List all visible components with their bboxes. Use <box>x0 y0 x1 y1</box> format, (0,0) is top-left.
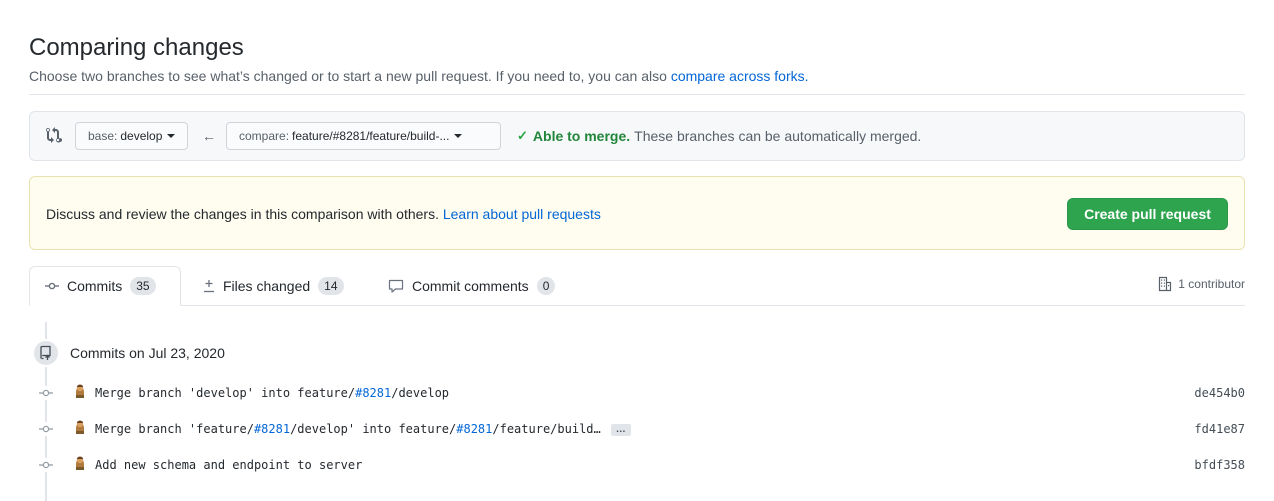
tab-files-changed[interactable]: Files changed 14 <box>203 266 344 306</box>
commit-message-text: /feature/build… <box>492 422 601 436</box>
commit-message-text: /develop <box>391 386 450 400</box>
page-description: Choose two branches to see what’s change… <box>29 68 809 84</box>
compare-across-forks-link[interactable]: compare across forks. <box>671 68 809 84</box>
compare-range-bar: base: develop ← compare: feature/#8281/f… <box>29 111 1245 161</box>
chevron-down-icon <box>454 134 463 138</box>
organization-icon <box>1157 276 1173 292</box>
tab-files-label: Files changed <box>223 278 311 294</box>
avatar[interactable] <box>72 419 88 435</box>
commit-message[interactable]: Merge branch 'develop' into feature/#828… <box>95 386 449 400</box>
git-commit-icon <box>39 386 53 400</box>
base-branch-select[interactable]: base: develop <box>75 122 189 150</box>
merge-status: ✓ Able to merge. These branches can be a… <box>517 128 921 144</box>
commit-sha-link[interactable]: de454b0 <box>1194 386 1245 400</box>
issue-link[interactable]: #8281 <box>254 422 290 436</box>
commit-row: Add new schema and endpoint to server bfd… <box>29 453 1245 477</box>
merge-status-text: These branches can be automatically merg… <box>634 128 922 144</box>
issue-link[interactable]: #8281 <box>456 422 492 436</box>
tab-comments-label: Commit comments <box>412 278 529 294</box>
commit-message[interactable]: Add new schema and endpoint to server <box>95 458 362 472</box>
arrow-left-icon: ← <box>202 128 216 144</box>
comment-icon <box>388 279 404 293</box>
compare-branch-select[interactable]: compare: feature/#8281/feature/build-... <box>226 122 501 150</box>
avatar[interactable] <box>72 383 88 399</box>
git-commit-icon <box>39 458 53 472</box>
page-title: Comparing changes <box>29 34 244 61</box>
contributors[interactable]: 1 contributor <box>1157 276 1245 292</box>
commit-message-text: Add new schema and endpoint to server <box>95 458 363 472</box>
commit-message-text: Merge branch 'develop' into feature/ <box>95 386 356 400</box>
tab-commits[interactable]: Commits 35 <box>29 266 181 306</box>
commit-group-badge <box>32 339 60 367</box>
base-branch-name: develop <box>120 129 163 143</box>
contributors-label: 1 contributor <box>1178 277 1245 291</box>
create-pull-request-button[interactable]: Create pull request <box>1067 198 1228 230</box>
repo-push-icon <box>40 345 51 360</box>
git-compare-icon <box>46 127 62 143</box>
chevron-down-icon <box>167 134 176 138</box>
git-commit-icon <box>45 279 59 293</box>
commit-row: Merge branch 'feature/#8281/develop' int… <box>29 417 1245 441</box>
page-description-text: Choose two branches to see what’s change… <box>29 68 671 84</box>
compare-branch-name: feature/#8281/feature/build-... <box>292 129 450 143</box>
plus-minus-icon <box>203 279 215 293</box>
commit-message-text: Merge branch 'feature/ <box>95 422 254 436</box>
tab-files-count: 14 <box>318 277 344 295</box>
git-commit-icon <box>39 422 53 436</box>
base-prefix: base: <box>88 129 118 143</box>
tab-commits-count: 35 <box>130 277 156 295</box>
commit-sha-link[interactable]: fd41e87 <box>1194 422 1245 436</box>
merge-status-ok: Able to merge. <box>532 128 631 144</box>
commit-message-text: /develop' into feature/ <box>290 422 457 436</box>
commit-group-title: Commits on Jul 23, 2020 <box>70 345 225 361</box>
expand-commit-message-button[interactable]: … <box>610 424 631 436</box>
commit-message[interactable]: Merge branch 'feature/#8281/develop' int… <box>95 422 631 436</box>
commit-sha-link[interactable]: bfdf358 <box>1194 458 1245 472</box>
pr-box-description: Discuss and review the changes in this c… <box>46 206 443 222</box>
tab-commit-comments[interactable]: Commit comments 0 <box>388 266 556 306</box>
compare-prefix: compare: <box>239 129 290 143</box>
tab-commits-label: Commits <box>67 278 123 294</box>
commit-row: Merge branch 'develop' into feature/#828… <box>29 381 1245 405</box>
title-divider <box>29 94 1245 95</box>
check-icon: ✓ <box>517 128 528 143</box>
learn-pull-requests-link[interactable]: Learn about pull requests <box>443 206 601 222</box>
create-pr-box: Discuss and review the changes in this c… <box>29 176 1245 250</box>
avatar[interactable] <box>72 455 88 471</box>
issue-link[interactable]: #8281 <box>355 386 391 400</box>
tab-comments-count: 0 <box>536 277 556 295</box>
pr-box-text: Discuss and review the changes in this c… <box>46 206 601 222</box>
